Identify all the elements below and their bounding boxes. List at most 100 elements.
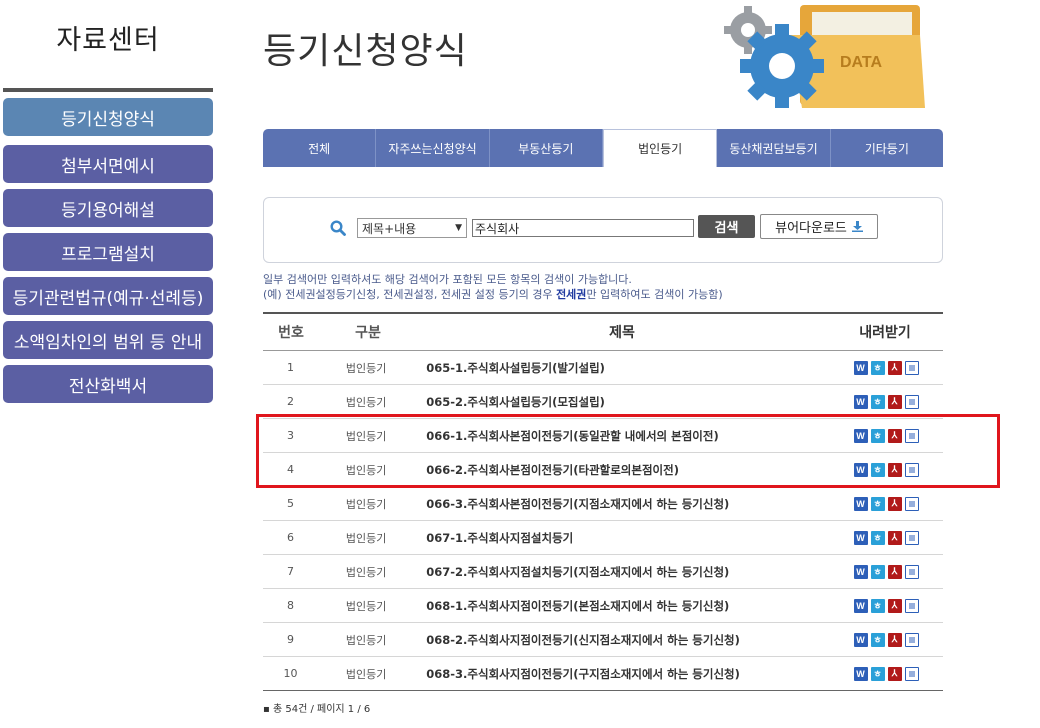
pdf-icon[interactable]: ⅄ [887,530,902,545]
hwp-icon[interactable]: ㅎ [870,428,885,443]
tab-all[interactable]: 전체 [263,129,377,167]
hwp-icon[interactable]: ㅎ [870,496,885,511]
pdf-icon[interactable]: ⅄ [887,394,902,409]
row-title-link[interactable]: 066-2.주식회사본점이전등기(타관할로의본점이전) [414,462,829,478]
row-number: 6 [287,531,294,544]
pdf-icon[interactable]: ⅄ [887,428,902,443]
word-icon[interactable]: W [853,360,868,375]
row-download-icons: W ㅎ ⅄ [829,496,943,511]
pdf-icon[interactable]: ⅄ [887,598,902,613]
pdf-icon[interactable]: ⅄ [887,666,902,681]
text-file-icon[interactable] [904,666,919,681]
hwp-icon[interactable]: ㅎ [870,394,885,409]
hwp-icon[interactable]: ㅎ [870,564,885,579]
word-icon[interactable]: W [853,428,868,443]
word-icon[interactable]: W [853,666,868,681]
text-file-icon[interactable] [904,530,919,545]
sidebar-item-glossary[interactable]: 등기용어해설 [3,189,213,227]
search-help-keyword: 전세권 [556,288,587,301]
tab-movable-property[interactable]: 동산채권담보등기 [717,129,831,167]
text-file-icon[interactable] [904,360,919,375]
tab-frequent-forms[interactable]: 자주쓰는신청양식 [376,129,490,167]
word-icon[interactable]: W [853,530,868,545]
word-icon[interactable]: W [853,632,868,647]
search-input[interactable] [472,219,694,237]
row-title-link[interactable]: 067-2.주식회사지점설치등기(지점소재지에서 하는 등기신청) [414,564,829,580]
hwp-icon[interactable]: ㅎ [870,632,885,647]
text-file-icon[interactable] [904,496,919,511]
table-row: 2 법인등기 065-2.주식회사설립등기(모집설립) W ㅎ ⅄ [263,385,943,419]
hwp-icon[interactable]: ㅎ [870,462,885,477]
search-help-example-end: 만 입력하여도 검색이 가능함) [586,288,723,301]
hwp-icon[interactable]: ㅎ [870,598,885,613]
sidebar-item-small-tenant-guide[interactable]: 소액임차인의 범위 등 안내 [3,321,213,359]
table-row: 9 법인등기 068-2.주식회사지점이전등기(신지점소재지에서 하는 등기신청) W… [263,623,943,657]
word-icon[interactable]: W [853,564,868,579]
text-file-icon[interactable] [904,632,919,647]
row-title-link[interactable]: 065-1.주식회사설립등기(발기설립) [414,360,829,376]
text-file-icon[interactable] [904,564,919,579]
hwp-icon[interactable]: ㅎ [870,666,885,681]
pdf-icon[interactable]: ⅄ [887,564,902,579]
tab-other[interactable]: 기타등기 [830,129,943,167]
table-row: 3 법인등기 066-1.주식회사본점이전등기(동일관할 내에서의 본점이전) W ㅎ ⅄ [263,419,943,453]
text-file-icon[interactable] [904,462,919,477]
row-title-link[interactable]: 066-3.주식회사본점이전등기(지점소재지에서 하는 등기신청) [414,496,829,512]
search-scope-select[interactable]: 제목+내용 ▼ [357,218,467,238]
search-help-example: (예) 전세권설정등기신청, 전세권설정, 전세권 설정 등기의 경우 [263,288,557,301]
pdf-icon[interactable]: ⅄ [887,360,902,375]
search-help-line2: (예) 전세권설정등기신청, 전세권설정, 전세권 설정 등기의 경우 전세권만… [263,287,723,302]
text-file-icon[interactable] [904,394,919,409]
viewer-download-label: 뷰어다운로드 [775,221,847,236]
row-title-link[interactable]: 067-1.주식회사지점설치등기 [414,530,829,546]
row-download-icons: W ㅎ ⅄ [829,632,943,647]
hwp-icon[interactable]: ㅎ [870,360,885,375]
column-header-title: 제목 [609,325,635,341]
table-row: 1 법인등기 065-1.주식회사설립등기(발기설립) W ㅎ ⅄ [263,351,943,385]
search-help-line1: 일부 검색어만 입력하셔도 해당 검색어가 포함된 모든 항목의 검색이 가능합… [263,273,632,286]
sidebar-item-registration-forms[interactable]: 등기신청양식 [3,98,213,136]
row-number: 8 [287,599,294,612]
sidebar-item-regulations[interactable]: 등기관련법규(예규·선례등) [3,277,213,315]
row-download-icons: W ㅎ ⅄ [829,564,943,579]
search-icon [330,220,346,236]
row-title-link[interactable]: 068-1.주식회사지점이전등기(본점소재지에서 하는 등기신청) [414,598,829,614]
row-title-link[interactable]: 065-2.주식회사설립등기(모집설립) [414,394,829,410]
pdf-icon[interactable]: ⅄ [887,496,902,511]
table-row: 10 법인등기 068-3.주식회사지점이전등기(구지점소재지에서 하는 등기신청)… [263,657,943,691]
row-download-icons: W ㅎ ⅄ [829,530,943,545]
pdf-icon[interactable]: ⅄ [887,632,902,647]
pdf-icon[interactable]: ⅄ [887,462,902,477]
table-row: 6 법인등기 067-1.주식회사지점설치등기 W ㅎ ⅄ [263,521,943,555]
sidebar-item-label: 프로그램설치 [61,244,155,265]
word-icon[interactable]: W [853,598,868,613]
sidebar-item-attachment-examples[interactable]: 첨부서면예시 [3,145,213,183]
tab-real-estate[interactable]: 부동산등기 [489,129,603,167]
sidebar-item-label: 등기용어해설 [61,200,155,221]
row-number: 10 [283,667,298,680]
viewer-download-button[interactable]: 뷰어다운로드 [760,214,878,239]
tab-corporate[interactable]: 법인등기 [602,129,718,167]
row-download-icons: W ㅎ ⅄ [829,360,943,375]
text-file-icon[interactable] [904,428,919,443]
sidebar-item-computerization-whitepaper[interactable]: 전산화백서 [3,365,213,403]
word-icon[interactable]: W [853,462,868,477]
text-file-icon[interactable] [904,598,919,613]
search-button[interactable]: 검색 [698,215,755,238]
row-title-link[interactable]: 066-1.주식회사본점이전등기(동일관할 내에서의 본점이전) [414,428,829,444]
search-scope-value: 제목+내용 [362,221,417,236]
category-tabs: 전체 자주쓰는신청양식 부동산등기 법인등기 동산채권담보등기 기타등기 [263,129,943,167]
row-number: 9 [287,633,294,646]
hwp-icon[interactable]: ㅎ [870,530,885,545]
word-icon[interactable]: W [853,394,868,409]
row-category: 법인등기 [345,463,387,477]
row-download-icons: W ㅎ ⅄ [829,598,943,613]
row-title-link[interactable]: 068-3.주식회사지점이전등기(구지점소재지에서 하는 등기신청) [414,666,829,682]
word-icon[interactable]: W [853,496,868,511]
data-folder-gears-illustration: DATA [724,5,925,108]
sidebar-item-program-install[interactable]: 프로그램설치 [3,233,213,271]
sidebar-item-label: 등기관련법규(예규·선례등) [12,288,204,309]
row-title-link[interactable]: 068-2.주식회사지점이전등기(신지점소재지에서 하는 등기신청) [414,632,829,648]
download-icon [851,221,863,232]
sidebar-item-label: 첨부서면예시 [61,156,155,177]
